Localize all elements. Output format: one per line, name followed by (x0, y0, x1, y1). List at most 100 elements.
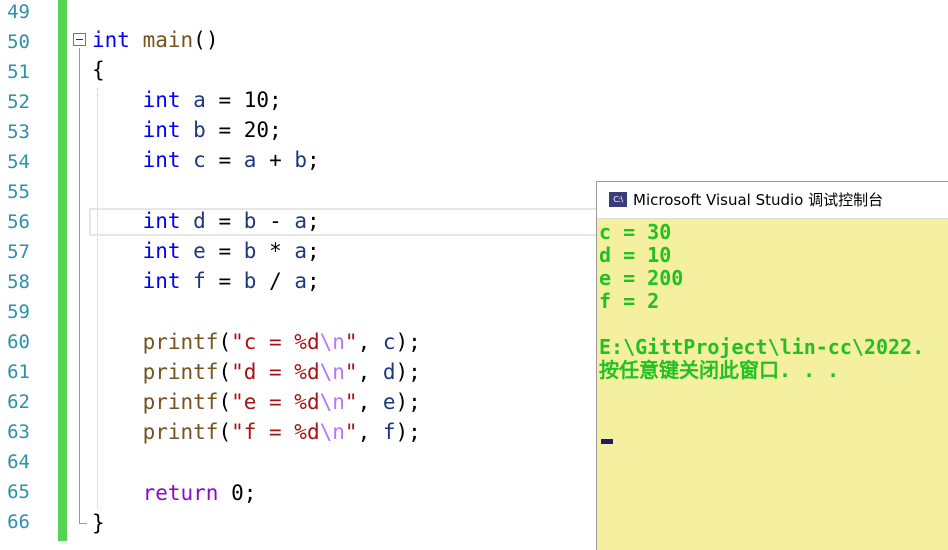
code-token: - (256, 209, 295, 233)
code-token: 0; (218, 481, 257, 505)
debug-console-window[interactable]: C:\ Microsoft Visual Studio 调试控制台 c = 30… (596, 181, 948, 550)
line-number: 54 (7, 151, 30, 173)
output-line: c = 30 (599, 220, 672, 244)
code-token: = (205, 209, 244, 233)
output-line: E:\GittProject\lin-cc\2022. (599, 335, 925, 359)
code-line: int a = 10; (92, 85, 282, 115)
escape-sequence: \n (319, 330, 345, 354)
keyword: return (142, 481, 219, 505)
variable: b (193, 118, 206, 142)
keyword: int (142, 269, 181, 293)
fold-guide-end (79, 523, 87, 524)
fold-guide-line (79, 48, 80, 523)
variable: b (243, 209, 257, 233)
keyword: int (92, 28, 130, 52)
variable: e (382, 390, 396, 414)
line-number: 60 (7, 331, 30, 353)
function-name: printf (142, 420, 219, 444)
output-line: d = 10 (599, 243, 672, 267)
variable: f (193, 269, 206, 293)
code-token: , (357, 390, 383, 414)
variable: a (294, 209, 308, 233)
variable: f (382, 420, 396, 444)
variable: a (193, 88, 206, 112)
line-number: 49 (7, 1, 30, 23)
line-number: 64 (7, 451, 30, 473)
function-name: printf (142, 360, 219, 384)
output-line: 按任意键关闭此窗口. . . (599, 358, 840, 382)
console-cursor (601, 439, 613, 444)
code-token: ; (307, 269, 320, 293)
variable: d (193, 209, 206, 233)
code-token: + (256, 148, 295, 172)
code-token: ); (395, 330, 421, 354)
code-line: int e = b * a; (92, 236, 320, 266)
variable: d (382, 360, 396, 384)
line-number: 50 (7, 31, 30, 53)
keyword: int (142, 118, 181, 142)
escape-sequence: \n (319, 390, 345, 414)
code-token: , (357, 360, 383, 384)
variable: b (243, 239, 257, 263)
code-token: ; (307, 239, 320, 263)
function-name: printf (142, 390, 219, 414)
code-line: printf("c = %d\n", c); (142, 330, 421, 354)
code-token: = (205, 148, 244, 172)
code-line: int c = a + b; (92, 145, 320, 175)
code-token: = (205, 239, 244, 263)
variable: b (243, 269, 257, 293)
variable: c (193, 148, 206, 172)
line-number-gutter: 49 50 51 52 53 54 55 56 57 58 59 60 61 6… (0, 0, 58, 550)
code-token: = 10; (205, 88, 282, 112)
code-line: return 0; (92, 478, 257, 508)
code-token: * (256, 239, 295, 263)
code-token: ); (395, 390, 421, 414)
code-token: / (256, 269, 295, 293)
string-literal: "e = %d (231, 390, 320, 414)
output-line: f = 2 (599, 289, 660, 313)
code-line: int d = b - a; (92, 206, 320, 236)
line-number: 57 (7, 241, 30, 263)
line-number: 59 (7, 301, 30, 323)
string-literal: "d = %d (231, 360, 320, 384)
escape-sequence: \n (319, 420, 345, 444)
string-literal: "f = %d (231, 420, 320, 444)
line-number: 66 (7, 511, 30, 533)
keyword: int (142, 148, 181, 172)
function-name: main (142, 28, 194, 52)
collapse-icon[interactable] (73, 33, 86, 46)
code-line: int main() (92, 25, 218, 55)
keyword: int (142, 239, 181, 263)
line-number: 55 (7, 181, 30, 203)
variable: a (294, 269, 308, 293)
line-number: 53 (7, 121, 30, 143)
code-token: = (205, 269, 244, 293)
variable: a (243, 148, 257, 172)
code-token: ; (307, 209, 320, 233)
line-number: 56 (7, 211, 30, 233)
line-number: 65 (7, 481, 30, 503)
escape-sequence: \n (319, 360, 345, 384)
string-literal: " (344, 390, 358, 414)
code-token: , (357, 330, 383, 354)
code-token: = 20; (205, 118, 282, 142)
code-line: int b = 20; (92, 115, 282, 145)
string-literal: " (344, 420, 358, 444)
function-name: printf (142, 330, 219, 354)
code-line: } (92, 511, 105, 535)
string-literal: " (344, 360, 358, 384)
keyword: int (142, 209, 181, 233)
variable: e (193, 239, 206, 263)
code-line: { (92, 58, 105, 82)
code-token: ; (307, 148, 320, 172)
line-number: 51 (7, 61, 30, 83)
line-number: 52 (7, 91, 30, 113)
variable: b (294, 148, 308, 172)
code-line: printf("d = %d\n", d); (142, 360, 421, 384)
line-number: 61 (7, 361, 30, 383)
line-number: 62 (7, 391, 30, 413)
code-token: ); (395, 420, 421, 444)
console-title-bar[interactable]: C:\ Microsoft Visual Studio 调试控制台 (597, 182, 948, 219)
string-literal: " (344, 330, 358, 354)
code-token: () (193, 28, 219, 52)
